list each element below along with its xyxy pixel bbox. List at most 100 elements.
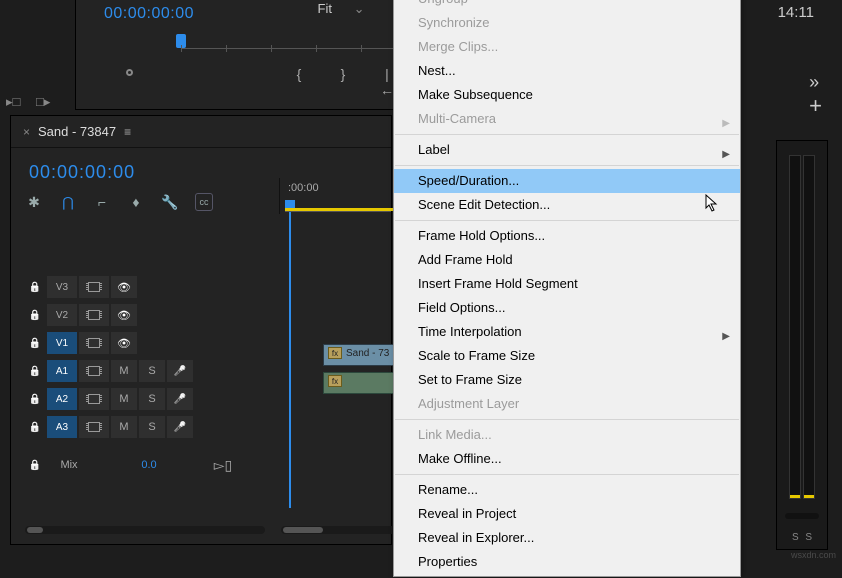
snap-icon[interactable]: ⋂ bbox=[59, 193, 77, 211]
nest-icon[interactable]: ✱ bbox=[25, 193, 43, 211]
watermark-text: wsxdn.com bbox=[791, 550, 836, 560]
track-name[interactable]: V2 bbox=[47, 304, 77, 326]
voiceover-icon[interactable] bbox=[167, 416, 193, 438]
menu-item[interactable]: Speed/Duration... bbox=[394, 169, 740, 193]
menu-item[interactable]: Insert Frame Hold Segment bbox=[394, 272, 740, 296]
video-track-row: V3 bbox=[25, 274, 279, 300]
sequence-tab[interactable]: × Sand - 73847 ≡ bbox=[11, 116, 391, 148]
menu-item[interactable]: Nest... bbox=[394, 59, 740, 83]
mute-button[interactable]: M bbox=[111, 388, 137, 410]
menu-item[interactable]: Properties bbox=[394, 550, 740, 574]
ruler-time-label: :00:00 bbox=[288, 182, 319, 194]
marker-dot-icon[interactable] bbox=[126, 69, 133, 76]
voiceover-icon[interactable] bbox=[167, 360, 193, 382]
toggle-sync-icon[interactable] bbox=[79, 416, 109, 438]
track-header-scroll[interactable] bbox=[25, 526, 265, 534]
output-assign-icon[interactable]: ▻▯ bbox=[211, 454, 235, 476]
menu-separator bbox=[395, 419, 739, 420]
lock-icon[interactable] bbox=[25, 304, 45, 326]
menu-item[interactable]: Time Interpolation▶ bbox=[394, 320, 740, 344]
audio-clip[interactable]: fx bbox=[323, 372, 401, 394]
mark-in-button[interactable]: { bbox=[291, 66, 307, 82]
menu-item[interactable]: Scene Edit Detection... bbox=[394, 193, 740, 217]
slider-tick bbox=[226, 45, 227, 52]
menu-item: Multi-Camera▶ bbox=[394, 107, 740, 131]
zoom-fit-dropdown[interactable]: Fit ⌄ bbox=[301, 1, 381, 25]
playhead-line bbox=[289, 208, 291, 508]
close-icon[interactable]: × bbox=[23, 125, 30, 139]
lock-icon[interactable] bbox=[25, 276, 45, 298]
tab-menu-icon[interactable]: ≡ bbox=[124, 125, 128, 139]
toggle-sync-icon[interactable] bbox=[79, 360, 109, 382]
eye-icon[interactable] bbox=[111, 276, 137, 298]
linked-selection-icon[interactable]: ⌐ bbox=[93, 193, 111, 211]
menu-item[interactable]: Add Frame Hold bbox=[394, 248, 740, 272]
track-name[interactable]: V3 bbox=[47, 276, 77, 298]
menu-item[interactable]: Set to Frame Size bbox=[394, 368, 740, 392]
lock-icon[interactable] bbox=[25, 454, 45, 476]
mute-button[interactable]: M bbox=[111, 360, 137, 382]
slider-tick bbox=[316, 45, 317, 52]
film-icon bbox=[88, 338, 100, 348]
toggle-sync-icon[interactable] bbox=[79, 332, 109, 354]
timeline-zoom-scroll[interactable] bbox=[281, 526, 396, 534]
lock-icon[interactable] bbox=[25, 416, 45, 438]
lock-icon[interactable] bbox=[25, 360, 45, 382]
solo-button[interactable]: S bbox=[139, 416, 165, 438]
menu-item[interactable]: Frame Hold Options... bbox=[394, 224, 740, 248]
eye-icon[interactable] bbox=[111, 332, 137, 354]
more-buttons-icon[interactable]: » bbox=[809, 72, 813, 92]
lock-icon[interactable] bbox=[25, 332, 45, 354]
source-monitor: 00:00:00:00 Fit ⌄ { } |← ←| bbox=[75, 0, 395, 110]
insert-icon[interactable]: ▸□ bbox=[6, 94, 20, 110]
meter-scroll[interactable] bbox=[785, 513, 819, 519]
menu-item[interactable]: Label▶ bbox=[394, 138, 740, 162]
sequence-name: Sand - 73847 bbox=[38, 124, 116, 139]
meter-peak bbox=[804, 495, 814, 498]
playhead-icon[interactable] bbox=[285, 200, 295, 208]
solo-button[interactable]: S bbox=[139, 360, 165, 382]
track-name[interactable]: A2 bbox=[47, 388, 77, 410]
program-timecode[interactable]: 14:11 bbox=[778, 4, 814, 21]
toggle-sync-icon[interactable] bbox=[79, 388, 109, 410]
overwrite-icon[interactable]: □▸ bbox=[36, 94, 50, 110]
solo-indicator[interactable]: S bbox=[805, 532, 812, 543]
menu-item[interactable]: Make Subsequence bbox=[394, 83, 740, 107]
audio-meter-left[interactable] bbox=[789, 155, 801, 499]
lock-icon[interactable] bbox=[25, 388, 45, 410]
marker-icon[interactable]: ♦ bbox=[127, 193, 145, 211]
captions-icon[interactable]: cc bbox=[195, 193, 213, 211]
menu-item: Link Media... bbox=[394, 423, 740, 447]
menu-item[interactable]: Make Offline... bbox=[394, 447, 740, 471]
menu-item[interactable]: Rename... bbox=[394, 478, 740, 502]
settings-icon[interactable]: 🔧 bbox=[161, 193, 179, 211]
mix-value[interactable]: 0.0 bbox=[89, 454, 209, 476]
time-ruler[interactable]: :00:00 bbox=[279, 178, 391, 214]
voiceover-icon[interactable] bbox=[167, 388, 193, 410]
toggle-sync-icon[interactable] bbox=[79, 304, 109, 326]
solo-button[interactable]: S bbox=[139, 388, 165, 410]
menu-separator bbox=[395, 474, 739, 475]
film-icon bbox=[88, 310, 100, 320]
solo-indicator[interactable]: S bbox=[792, 532, 799, 543]
menu-item[interactable]: Reveal in Explorer... bbox=[394, 526, 740, 550]
track-name[interactable]: A1 bbox=[47, 360, 77, 382]
menu-item[interactable]: Reveal in Project bbox=[394, 502, 740, 526]
scroll-thumb[interactable] bbox=[283, 527, 323, 533]
mark-out-button[interactable]: } bbox=[335, 66, 351, 82]
menu-item[interactable]: Field Options... bbox=[394, 296, 740, 320]
menu-item[interactable]: Scale to Frame Size bbox=[394, 344, 740, 368]
track-name[interactable]: V1 bbox=[47, 332, 77, 354]
track-name[interactable]: A3 bbox=[47, 416, 77, 438]
add-button-icon[interactable]: + bbox=[809, 93, 822, 118]
audio-track-row: A1 M S bbox=[25, 358, 279, 384]
video-clip[interactable]: fxSand - 73 bbox=[323, 344, 401, 366]
meter-peak bbox=[790, 495, 800, 498]
toggle-sync-icon[interactable] bbox=[79, 276, 109, 298]
eye-icon[interactable] bbox=[111, 304, 137, 326]
mute-button[interactable]: M bbox=[111, 416, 137, 438]
timeline-panel: × Sand - 73847 ≡ 00:00:00:00 ✱ ⋂ ⌐ ♦ 🔧 c… bbox=[10, 115, 392, 545]
chevron-down-icon: ⌄ bbox=[354, 1, 365, 16]
scroll-thumb[interactable] bbox=[27, 527, 43, 533]
audio-meter-right[interactable] bbox=[803, 155, 815, 499]
